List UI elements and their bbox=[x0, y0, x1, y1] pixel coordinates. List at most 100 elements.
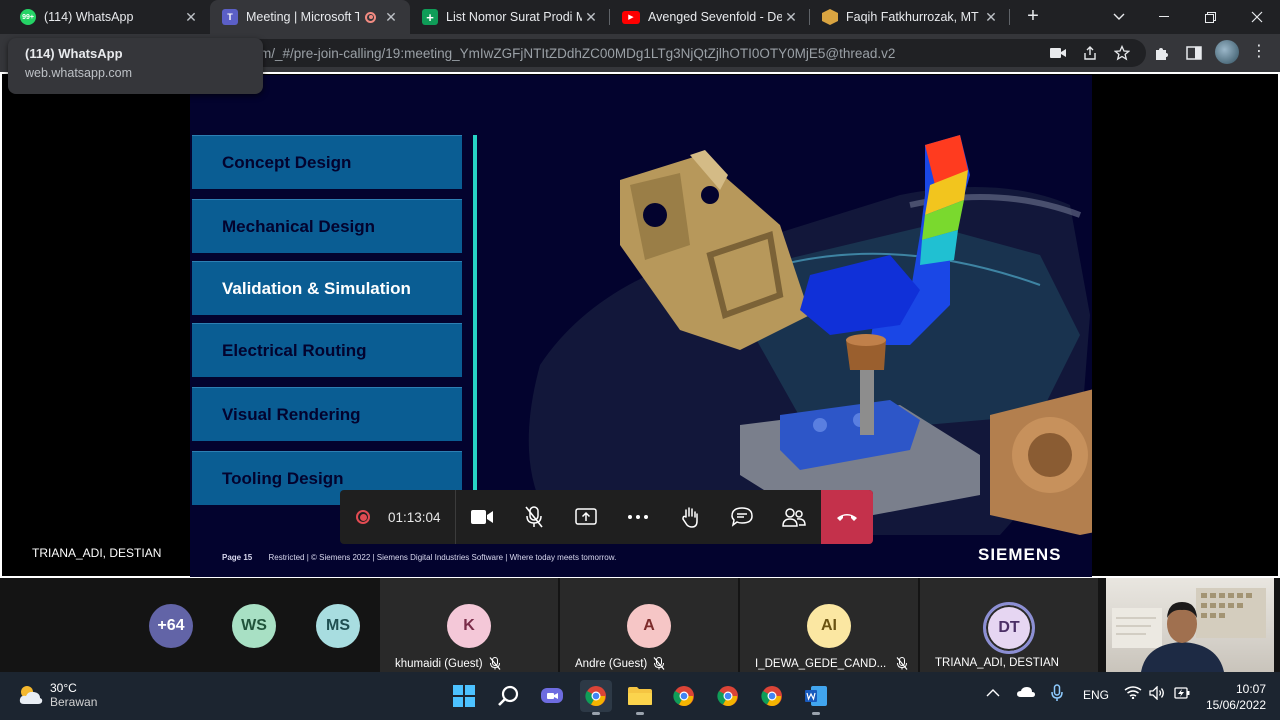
start-button[interactable] bbox=[448, 680, 480, 712]
new-tab-button[interactable]: + bbox=[1022, 6, 1044, 28]
slide-accent-bar bbox=[473, 135, 477, 495]
wifi-status[interactable] bbox=[1124, 686, 1142, 702]
taskbar-file-explorer[interactable] bbox=[624, 680, 656, 715]
weather-text: 30°C Berawan bbox=[50, 681, 97, 709]
raise-hand-button[interactable] bbox=[664, 490, 716, 544]
tab-teams-meeting[interactable]: T Meeting | Microsoft Te ✕ bbox=[210, 0, 410, 34]
hexagon-icon bbox=[822, 9, 838, 25]
leave-call-button[interactable] bbox=[821, 490, 873, 544]
participant-avatar: K bbox=[447, 604, 491, 648]
participants-button[interactable] bbox=[768, 490, 820, 544]
chevron-down-icon bbox=[1113, 13, 1125, 20]
recording-icon bbox=[356, 510, 370, 524]
chevron-up-icon bbox=[986, 689, 1000, 697]
weather-desc: Berawan bbox=[50, 695, 98, 709]
participant-avatar-ws[interactable]: WS bbox=[232, 604, 276, 648]
camera-button[interactable] bbox=[456, 490, 508, 544]
bookmark-star-icon[interactable] bbox=[1110, 41, 1134, 65]
running-indicator bbox=[812, 712, 820, 715]
restore-button[interactable] bbox=[1187, 0, 1233, 34]
video-camera-icon bbox=[470, 510, 493, 524]
tab-youtube[interactable]: ▶ Avenged Sevenfold - Dea ✕ bbox=[610, 0, 810, 34]
windows-taskbar: 30°C Berawan ENG 10:07 15/06/2022 bbox=[0, 672, 1280, 720]
address-bar[interactable]: m/_#/pre-join-calling/19:meeting_YmIwZGF… bbox=[200, 39, 1146, 67]
overflow-participants-button[interactable]: +64 bbox=[149, 604, 193, 648]
camera-feed-image bbox=[1112, 588, 1266, 672]
siemens-logo: SIEMENS bbox=[978, 545, 1062, 564]
microphone-status-button[interactable] bbox=[1051, 684, 1063, 705]
screen: 99+ (114) WhatsApp ✕ T Meeting | Microso… bbox=[0, 0, 1280, 720]
volume-status[interactable] bbox=[1149, 685, 1165, 703]
participant-tile-khumaidi[interactable]: K khumaidi (Guest) bbox=[380, 578, 558, 672]
close-icon[interactable]: ✕ bbox=[382, 9, 400, 26]
participant-initials: MS bbox=[326, 617, 350, 634]
battery-charging-icon bbox=[1174, 687, 1190, 699]
participant-tile-andre[interactable]: A Andre (Guest) bbox=[560, 578, 738, 672]
running-indicator bbox=[636, 712, 644, 715]
close-window-button[interactable] bbox=[1234, 0, 1280, 34]
browser-tab-strip: 99+ (114) WhatsApp ✕ T Meeting | Microso… bbox=[0, 0, 1280, 34]
tab-search-button[interactable] bbox=[1096, 0, 1142, 34]
folder-icon bbox=[628, 687, 652, 705]
taskbar-chrome-active[interactable] bbox=[580, 680, 612, 715]
youtube-icon: ▶ bbox=[622, 10, 640, 24]
recording-indicator-icon bbox=[365, 11, 376, 23]
camera-permission-icon[interactable] bbox=[1046, 41, 1070, 65]
close-icon bbox=[1251, 11, 1263, 23]
system-clock[interactable]: 10:07 15/06/2022 bbox=[1202, 681, 1266, 713]
taskbar-chrome-profile-2[interactable] bbox=[668, 680, 700, 712]
tab-separator bbox=[1009, 9, 1010, 25]
minimize-button[interactable] bbox=[1141, 0, 1187, 34]
mic-off-icon bbox=[653, 657, 665, 670]
url-text: m/_#/pre-join-calling/19:meeting_YmIwZGF… bbox=[260, 46, 896, 61]
chrome-icon bbox=[673, 686, 694, 707]
slide-menu-validation-simulation: Validation & Simulation bbox=[192, 261, 462, 315]
onedrive-button[interactable] bbox=[1017, 686, 1035, 700]
chat-button[interactable] bbox=[716, 490, 768, 544]
self-camera-video[interactable] bbox=[1106, 578, 1274, 672]
share-screen-icon bbox=[574, 508, 597, 525]
taskbar-chat-button[interactable] bbox=[536, 680, 568, 712]
taskbar-chrome-profile-3[interactable] bbox=[712, 680, 744, 712]
side-panel-icon[interactable] bbox=[1182, 41, 1206, 65]
share-icon[interactable] bbox=[1078, 41, 1102, 65]
tooltip-domain: web.whatsapp.com bbox=[25, 66, 133, 80]
close-icon[interactable]: ✕ bbox=[582, 9, 600, 26]
close-icon[interactable]: ✕ bbox=[782, 9, 800, 26]
mic-off-icon bbox=[489, 657, 501, 670]
running-indicator bbox=[592, 712, 600, 715]
show-hidden-icons-button[interactable] bbox=[986, 686, 1000, 700]
tab-sheets[interactable]: + List Nomor Surat Prodi M ✕ bbox=[410, 0, 610, 34]
mic-off-icon bbox=[896, 657, 908, 670]
taskbar-word[interactable] bbox=[800, 680, 832, 715]
participant-tile-triana[interactable]: DT TRIANA_ADI, DESTIAN bbox=[920, 578, 1098, 672]
weather-widget[interactable]: 30°C Berawan bbox=[18, 681, 97, 709]
profile-avatar[interactable] bbox=[1215, 40, 1239, 64]
taskbar-search-button[interactable] bbox=[492, 680, 524, 712]
more-actions-button[interactable] bbox=[612, 490, 664, 544]
tab-faqih[interactable]: Faqih Fatkhurrozak, MT | S ✕ bbox=[810, 0, 1010, 34]
browser-menu-icon[interactable]: ⋮ bbox=[1251, 41, 1267, 61]
battery-status[interactable] bbox=[1174, 686, 1190, 703]
search-icon bbox=[498, 685, 519, 706]
clock-date: 15/06/2022 bbox=[1205, 698, 1266, 712]
wifi-icon bbox=[1124, 686, 1142, 700]
close-icon[interactable]: ✕ bbox=[982, 9, 1000, 26]
close-icon[interactable]: ✕ bbox=[182, 9, 200, 26]
chrome-icon bbox=[761, 686, 782, 707]
input-language[interactable]: ENG bbox=[1083, 688, 1109, 702]
whatsapp-icon: 99+ bbox=[20, 9, 36, 25]
tab-hover-tooltip: (114) WhatsApp web.whatsapp.com bbox=[8, 38, 263, 94]
participant-avatar-speaking: DT bbox=[983, 602, 1035, 654]
tab-whatsapp[interactable]: 99+ (114) WhatsApp ✕ bbox=[0, 0, 210, 34]
participant-tile-dewa[interactable]: AI I_DEWA_GEDE_CAND... bbox=[740, 578, 918, 672]
word-icon bbox=[805, 686, 827, 706]
extensions-puzzle-icon[interactable] bbox=[1150, 41, 1174, 65]
teams-chat-icon bbox=[541, 688, 563, 703]
slide-page-number: Page 15 bbox=[222, 553, 253, 562]
mic-button[interactable] bbox=[508, 490, 560, 544]
participant-avatar-ms[interactable]: MS bbox=[316, 604, 360, 648]
share-screen-button[interactable] bbox=[560, 490, 612, 544]
slide-menu-visual-rendering: Visual Rendering bbox=[192, 387, 462, 441]
taskbar-chrome-profile-4[interactable] bbox=[756, 680, 788, 712]
